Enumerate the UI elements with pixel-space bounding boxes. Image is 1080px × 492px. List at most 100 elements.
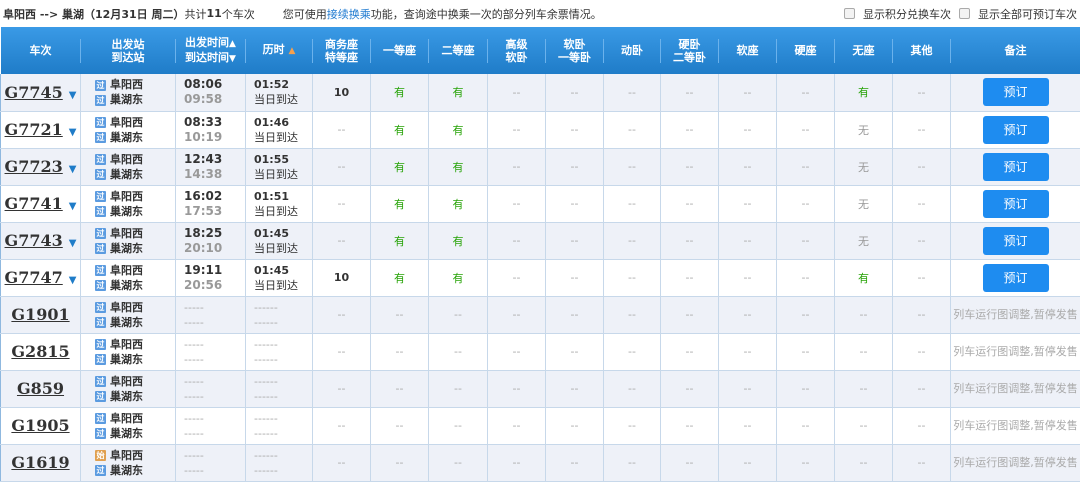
duration-cell: 01:55 当日到达: [245, 148, 313, 186]
expand-stops-icon[interactable]: ▼: [69, 201, 77, 212]
seat-availability: --: [776, 370, 835, 408]
to-station[interactable]: 巢湖东: [110, 205, 143, 218]
seat-availability: --: [603, 111, 661, 149]
to-station[interactable]: 巢湖东: [110, 93, 143, 106]
book-button[interactable]: 预订: [982, 78, 1049, 107]
book-button[interactable]: 预订: [982, 226, 1049, 255]
train-cell: G1901: [0, 296, 81, 334]
seat-availability: --: [487, 222, 546, 260]
to-station[interactable]: 巢湖东: [110, 131, 143, 144]
header-arr-time[interactable]: 到达时间: [185, 51, 229, 64]
header-seat-8: 硬座: [776, 27, 835, 74]
departure-time: 08:33: [184, 114, 223, 129]
from-station[interactable]: 阜阳西: [110, 301, 143, 314]
from-station[interactable]: 阜阳西: [110, 412, 143, 425]
from-station[interactable]: 阜阳西: [110, 153, 143, 166]
seat-availability: --: [718, 185, 777, 223]
train-number-link[interactable]: G1619: [11, 453, 69, 472]
book-button[interactable]: 预订: [982, 152, 1049, 181]
to-station[interactable]: 巢湖东: [110, 427, 143, 440]
points-exchange-label[interactable]: 显示积分兑换车次: [863, 6, 951, 22]
seat-availability: --: [312, 296, 371, 334]
train-number-link[interactable]: G2815: [11, 342, 69, 361]
from-station[interactable]: 阜阳西: [110, 449, 143, 462]
arrival-time: -----: [184, 352, 204, 366]
header-duration-label[interactable]: 历时: [263, 43, 285, 56]
train-number-link[interactable]: G7743: [5, 231, 63, 250]
from-station[interactable]: 阜阳西: [110, 264, 143, 277]
from-station[interactable]: 阜阳西: [110, 227, 143, 240]
remark-cell: 列车运行图调整,暂停发售: [950, 370, 1080, 408]
header-seat-label: 无座: [852, 44, 875, 57]
train-cell: G859: [0, 370, 81, 408]
to-station[interactable]: 巢湖东: [110, 168, 143, 181]
train-number-link[interactable]: G7723: [5, 157, 63, 176]
header-times[interactable]: 出发时间▲ 到达时间▼: [175, 27, 246, 74]
expand-stops-icon[interactable]: ▼: [69, 90, 77, 101]
to-station[interactable]: 巢湖东: [110, 242, 143, 255]
arrival-time: -----: [184, 463, 204, 477]
book-button[interactable]: 预订: [982, 115, 1049, 144]
expand-stops-icon[interactable]: ▼: [69, 127, 77, 138]
seat-availability: --: [545, 333, 604, 371]
train-number-link[interactable]: G859: [17, 379, 64, 398]
train-number-link[interactable]: G7741: [5, 194, 63, 213]
to-station[interactable]: 巢湖东: [110, 279, 143, 292]
seat-availability: 有: [370, 259, 429, 297]
train-number-link[interactable]: G7745: [5, 83, 63, 102]
train-number-link[interactable]: G7747: [5, 268, 63, 287]
points-exchange-checkbox[interactable]: [844, 8, 855, 19]
seat-availability: --: [545, 296, 604, 334]
train-number-link[interactable]: G7721: [5, 120, 63, 139]
header-duration[interactable]: 历时 ▲: [245, 27, 313, 74]
train-number-link[interactable]: G1901: [11, 305, 69, 324]
remark-text: 列车运行图调整,暂停发售: [953, 382, 1078, 395]
header-train[interactable]: 车次: [0, 27, 81, 74]
header-dep-time[interactable]: 出发时间: [185, 36, 229, 49]
transfer-link[interactable]: 接续换乘: [327, 8, 371, 21]
book-button[interactable]: 预订: [982, 263, 1049, 292]
transfer-tip: 您可使用接续换乘功能，查询途中换乘一次的部分列车余票情况。: [283, 6, 602, 22]
pass-badge-icon: 过: [95, 243, 106, 254]
to-station[interactable]: 巢湖东: [110, 390, 143, 403]
from-station[interactable]: 阜阳西: [110, 375, 143, 388]
from-station[interactable]: 阜阳西: [110, 338, 143, 351]
seat-availability: --: [603, 185, 661, 223]
sort-up-icon[interactable]: ▲: [288, 46, 295, 56]
from-station[interactable]: 阜阳西: [110, 190, 143, 203]
seat-availability: --: [892, 333, 951, 371]
train-cell: G7721 ▼: [0, 111, 81, 149]
train-number-link[interactable]: G1905: [11, 416, 69, 435]
seat-availability: --: [660, 296, 719, 334]
from-station[interactable]: 阜阳西: [110, 116, 143, 129]
pass-badge-icon: 始: [95, 450, 106, 461]
train-row: G1901 过阜阳西过巢湖东 ----- ----- ------ ------ -- -- -…: [0, 296, 1080, 334]
stations-cell: 过阜阳西过巢湖东: [80, 296, 176, 334]
from-station[interactable]: 阜阳西: [110, 78, 143, 91]
seat-availability: --: [776, 444, 835, 482]
seat-availability: --: [718, 259, 777, 297]
seat-availability: --: [776, 259, 835, 297]
sort-down-icon[interactable]: ▼: [229, 54, 236, 64]
expand-stops-icon[interactable]: ▼: [69, 164, 77, 175]
seat-availability: --: [428, 370, 488, 408]
seat-availability: --: [428, 333, 488, 371]
seat-availability: 无: [834, 111, 893, 149]
to-station[interactable]: 巢湖东: [110, 316, 143, 329]
sort-up-icon[interactable]: ▲: [229, 39, 236, 49]
expand-stops-icon[interactable]: ▼: [69, 238, 77, 249]
book-button[interactable]: 预订: [982, 189, 1049, 218]
seat-availability: --: [370, 444, 429, 482]
seat-availability: --: [603, 259, 661, 297]
duration: 01:46: [254, 115, 290, 129]
to-station[interactable]: 巢湖东: [110, 464, 143, 477]
seat-availability: --: [892, 370, 951, 408]
to-station[interactable]: 巢湖东: [110, 353, 143, 366]
seat-availability: --: [718, 444, 777, 482]
show-all-bookable-label[interactable]: 显示全部可预订车次: [978, 6, 1077, 22]
show-all-bookable-checkbox[interactable]: [959, 8, 970, 19]
expand-stops-icon[interactable]: ▼: [69, 275, 77, 286]
seat-availability: 有: [834, 259, 893, 297]
seat-availability: --: [545, 370, 604, 408]
header-seat-4: 软卧 一等卧: [545, 27, 604, 74]
